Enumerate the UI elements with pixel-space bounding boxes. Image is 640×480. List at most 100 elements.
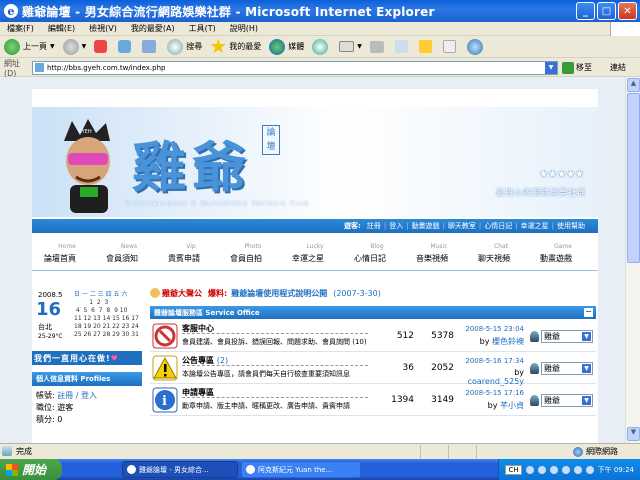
links-button[interactable]: 連結 — [610, 62, 626, 73]
menu-favorites[interactable]: 我的最愛(A) — [124, 23, 182, 34]
forum-row-applications: i 申請專區 勳章申請、版主申請、暱稱更改、廣告申請、貴賓申請 1394 314… — [150, 384, 596, 416]
nav-help[interactable]: 使用幫助 — [554, 221, 588, 231]
web-viewport[interactable]: GYEH 雞爺 論壇 Entertainment & Multimedia Ne… — [0, 77, 625, 443]
mail-button[interactable]: ▼ — [339, 41, 362, 52]
menu-photo[interactable]: Photo 會員自拍 — [218, 243, 274, 264]
go-arrow-icon — [562, 61, 574, 74]
address-input[interactable]: http://bbs.gyeh.com.tw/index.php ▼ — [32, 60, 558, 75]
vertical-scrollbar[interactable]: ▲ ▼ — [625, 77, 640, 443]
menu-tools[interactable]: 工具(T) — [182, 23, 223, 34]
history-icon — [312, 38, 329, 55]
menu-blog[interactable]: Blog 心情日記 — [342, 243, 398, 264]
research-button[interactable] — [466, 38, 486, 55]
taskbar-item-window2[interactable]: 阿克斯紀元 Yuan the... — [241, 461, 361, 478]
messenger-icon — [442, 40, 456, 53]
love-banner[interactable]: 我們一直用心在做! ♥ — [32, 351, 142, 365]
toolbar: 上一頁 ▼ ▼ 搜尋 我的最愛 媒體 ▼ — [0, 36, 640, 58]
tray-icon[interactable] — [537, 465, 546, 474]
status-text: 完成 — [0, 446, 420, 457]
taskbar-item-ie[interactable]: 雞爺論壇 - 男女綜合... — [122, 461, 238, 478]
discuss-button[interactable] — [418, 40, 435, 53]
menu-help[interactable]: 說明(H) — [223, 23, 265, 34]
forum-last-time[interactable]: 2008-5-16 17:34 — [456, 357, 524, 365]
menu-music[interactable]: Music 音樂視頻 — [404, 243, 460, 264]
moderator-select[interactable]: 雞爺 — [530, 393, 594, 407]
tray-icon[interactable] — [561, 465, 570, 474]
main-column: 雞爺大聲公 爆料: 雞爺論壇使用程式說明公開 (2007-3-30) 雞爺論壇服… — [150, 285, 596, 443]
favorites-button[interactable]: 我的最愛 — [210, 38, 261, 55]
forum-group-header: 雞爺論壇服務區 Service Office − — [150, 306, 596, 319]
forum-last-time[interactable]: 2008-5-15 23:04 — [456, 325, 524, 333]
refresh-button[interactable] — [118, 40, 134, 53]
star-icon — [210, 38, 226, 54]
minimize-button[interactable]: _ — [576, 2, 595, 20]
window-titlebar[interactable]: e 雞爺論壇 - 男女綜合流行網路娛樂社群 - Microsoft Intern… — [0, 0, 640, 22]
forward-arrow-icon — [62, 38, 79, 55]
stop-button[interactable] — [94, 40, 110, 53]
status-bar: 完成 網際網路 — [0, 443, 640, 459]
profile-row-points: 積分: 0 — [36, 415, 63, 424]
menu-vip[interactable]: Vip 貴賓申請 — [156, 243, 212, 264]
forum-group-title[interactable]: 雞爺論壇服務區 Service Office — [154, 308, 260, 318]
nav-login[interactable]: 登入 — [386, 221, 406, 231]
moderator-select[interactable]: 雞爺 — [530, 329, 594, 343]
collapse-icon[interactable]: − — [584, 308, 593, 317]
address-label: 網址(D) — [4, 58, 20, 78]
forum-topics: 36 — [402, 363, 414, 373]
site-logo-text[interactable]: 雞爺 — [132, 123, 252, 202]
nav-chat[interactable]: 聊天教室 — [445, 221, 479, 231]
home-button[interactable] — [142, 40, 159, 53]
nav-lucky[interactable]: 幸運之星 — [518, 221, 552, 231]
menu-view[interactable]: 檢視(V) — [82, 23, 124, 34]
address-dropdown-icon[interactable]: ▼ — [545, 61, 557, 74]
nav-register[interactable]: 註冊 — [364, 221, 384, 231]
nav-diary[interactable]: 心情日記 — [481, 221, 515, 231]
menu-edit[interactable]: 編輯(E) — [41, 23, 82, 34]
tray-icon[interactable] — [585, 465, 594, 474]
maximize-button[interactable]: □ — [597, 2, 616, 20]
tray-icon[interactable] — [573, 465, 582, 474]
calendar-grid: 日 一 二 三 四 五 六 1 2 3 4 5 6 7 8 9 10 11 12… — [74, 291, 139, 338]
messenger-button[interactable] — [442, 40, 459, 53]
heart-icon: ♥ — [110, 353, 119, 363]
search-button[interactable]: 搜尋 — [167, 38, 202, 55]
close-button[interactable]: ✕ — [618, 2, 637, 20]
scroll-up-icon[interactable]: ▲ — [627, 78, 640, 92]
announcement-link[interactable]: 雞爺論壇使用程式說明公開 — [231, 288, 327, 299]
back-arrow-icon — [4, 38, 20, 55]
forum-last-time[interactable]: 2008-5-15 17:16 — [456, 389, 524, 397]
language-indicator[interactable]: CH — [505, 464, 522, 475]
media-button[interactable]: 媒體 — [269, 38, 304, 55]
print-button[interactable] — [369, 40, 387, 53]
forum-desc: 本論壇公告專區，請會員們每天自行檢查重要須知訊息 — [182, 370, 350, 378]
history-button[interactable] — [312, 38, 331, 55]
start-button[interactable]: 開始 — [0, 459, 62, 480]
announcement-date: (2007-3-30) — [333, 288, 381, 298]
menu-news[interactable]: News 會員須知 — [94, 243, 150, 264]
ie-icon: e — [4, 4, 18, 18]
user-avatar-icon — [530, 362, 539, 374]
tray-icon[interactable] — [525, 465, 534, 474]
edit-button[interactable] — [394, 40, 411, 53]
site-page: GYEH 雞爺 論壇 Entertainment & Multimedia Ne… — [32, 89, 598, 443]
back-button[interactable]: 上一頁 ▼ — [4, 38, 55, 55]
discuss-icon — [418, 40, 432, 53]
nav-games[interactable]: 動畫遊戲 — [409, 221, 443, 231]
menu-game[interactable]: Game 動畫遊戲 — [528, 243, 584, 264]
address-bar: 網址(D) http://bbs.gyeh.com.tw/index.php ▼… — [0, 58, 640, 78]
go-button[interactable]: 移至 — [562, 61, 592, 74]
menu-lucky[interactable]: Lucky 幸運之星 — [280, 243, 336, 264]
forum-last-user: by 芊小貞 — [487, 401, 524, 410]
forum-last-user: by 櫻色鈴襖 — [479, 337, 524, 346]
scroll-down-icon[interactable]: ▼ — [627, 427, 640, 441]
moderator-select[interactable]: 雞爺 — [530, 361, 594, 375]
scroll-thumb[interactable] — [627, 93, 640, 263]
tray-icon[interactable] — [549, 465, 558, 474]
profile-login-link[interactable]: 註冊 / 登入 — [57, 391, 97, 400]
forward-button[interactable]: ▼ — [62, 38, 86, 55]
weather-temp: 25-29°C — [38, 333, 63, 340]
menu-file[interactable]: 檔案(F) — [0, 23, 41, 34]
clock[interactable]: 下午 09:24 — [598, 465, 634, 475]
menu-chat[interactable]: Chat 聊天視頻 — [466, 243, 522, 264]
menu-home[interactable]: Home 論壇首頁 — [32, 243, 88, 264]
